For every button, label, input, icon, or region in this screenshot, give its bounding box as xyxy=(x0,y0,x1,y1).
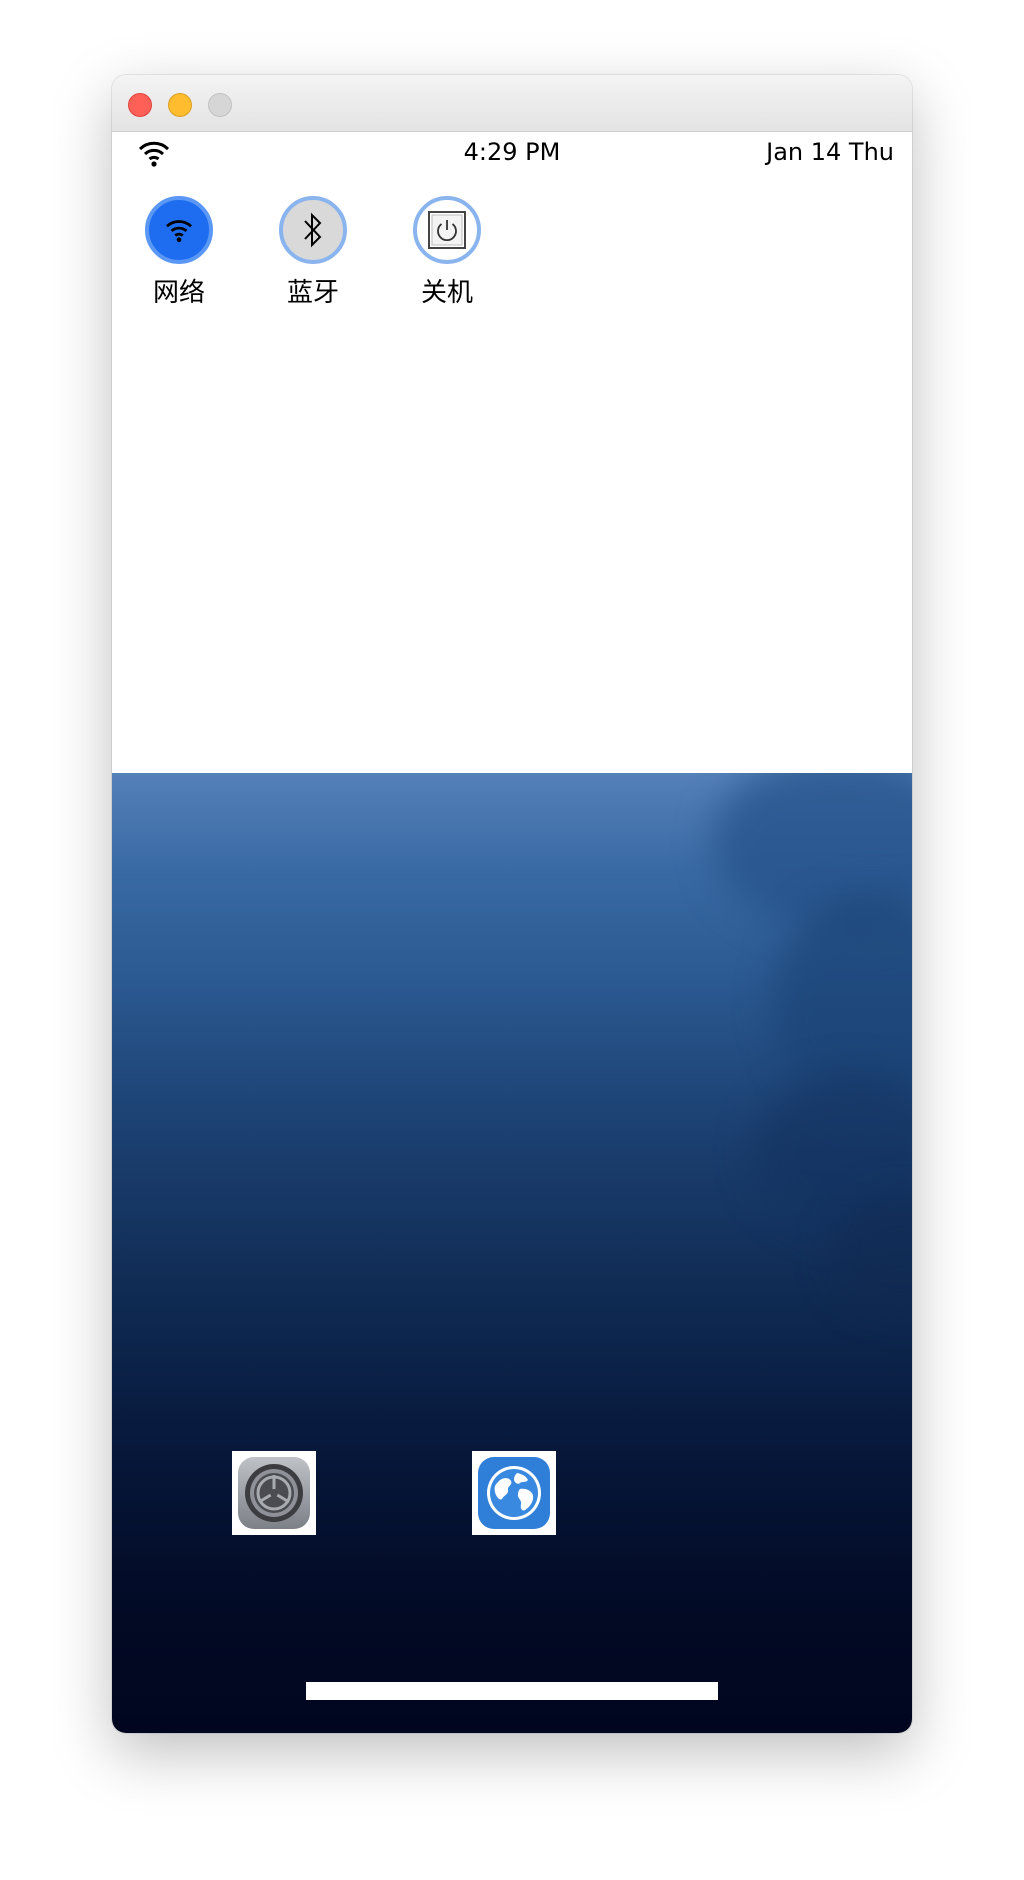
bluetooth-toggle-button[interactable] xyxy=(279,196,347,264)
toggle-power[interactable]: 关机 xyxy=(402,196,492,309)
toggle-label-power: 关机 xyxy=(420,278,473,308)
browser-app-icon[interactable] xyxy=(472,1451,556,1535)
status-date: Jan 14 Thu xyxy=(766,138,894,166)
home-indicator-bar[interactable] xyxy=(306,1682,718,1700)
settings-app-icon[interactable] xyxy=(232,1451,316,1535)
device-screen: 4:29 PM Jan 14 Thu 网络 蓝牙 关机 xyxy=(112,132,912,1733)
wifi-icon xyxy=(165,220,193,243)
window-zoom-button[interactable] xyxy=(208,93,232,117)
browser-globe-icon xyxy=(478,1457,550,1529)
home-wallpaper xyxy=(112,773,912,1733)
app-window: 4:29 PM Jan 14 Thu 网络 蓝牙 关机 xyxy=(112,75,912,1733)
toggle-bluetooth[interactable]: 蓝牙 xyxy=(268,196,358,309)
settings-icon xyxy=(238,1457,310,1529)
bluetooth-icon xyxy=(304,212,322,248)
control-panel: 4:29 PM Jan 14 Thu 网络 蓝牙 关机 xyxy=(112,132,912,773)
window-close-button[interactable] xyxy=(128,93,152,117)
window-titlebar[interactable] xyxy=(112,75,912,132)
network-toggle-button[interactable] xyxy=(145,196,213,264)
toggle-label-bluetooth: 蓝牙 xyxy=(286,278,339,308)
toggle-label-network: 网络 xyxy=(152,278,205,308)
power-icon xyxy=(428,211,466,249)
status-bar: 4:29 PM Jan 14 Thu xyxy=(112,132,912,172)
toggle-network[interactable]: 网络 xyxy=(134,196,224,309)
power-toggle-button[interactable] xyxy=(413,196,481,264)
window-minimize-button[interactable] xyxy=(168,93,192,117)
